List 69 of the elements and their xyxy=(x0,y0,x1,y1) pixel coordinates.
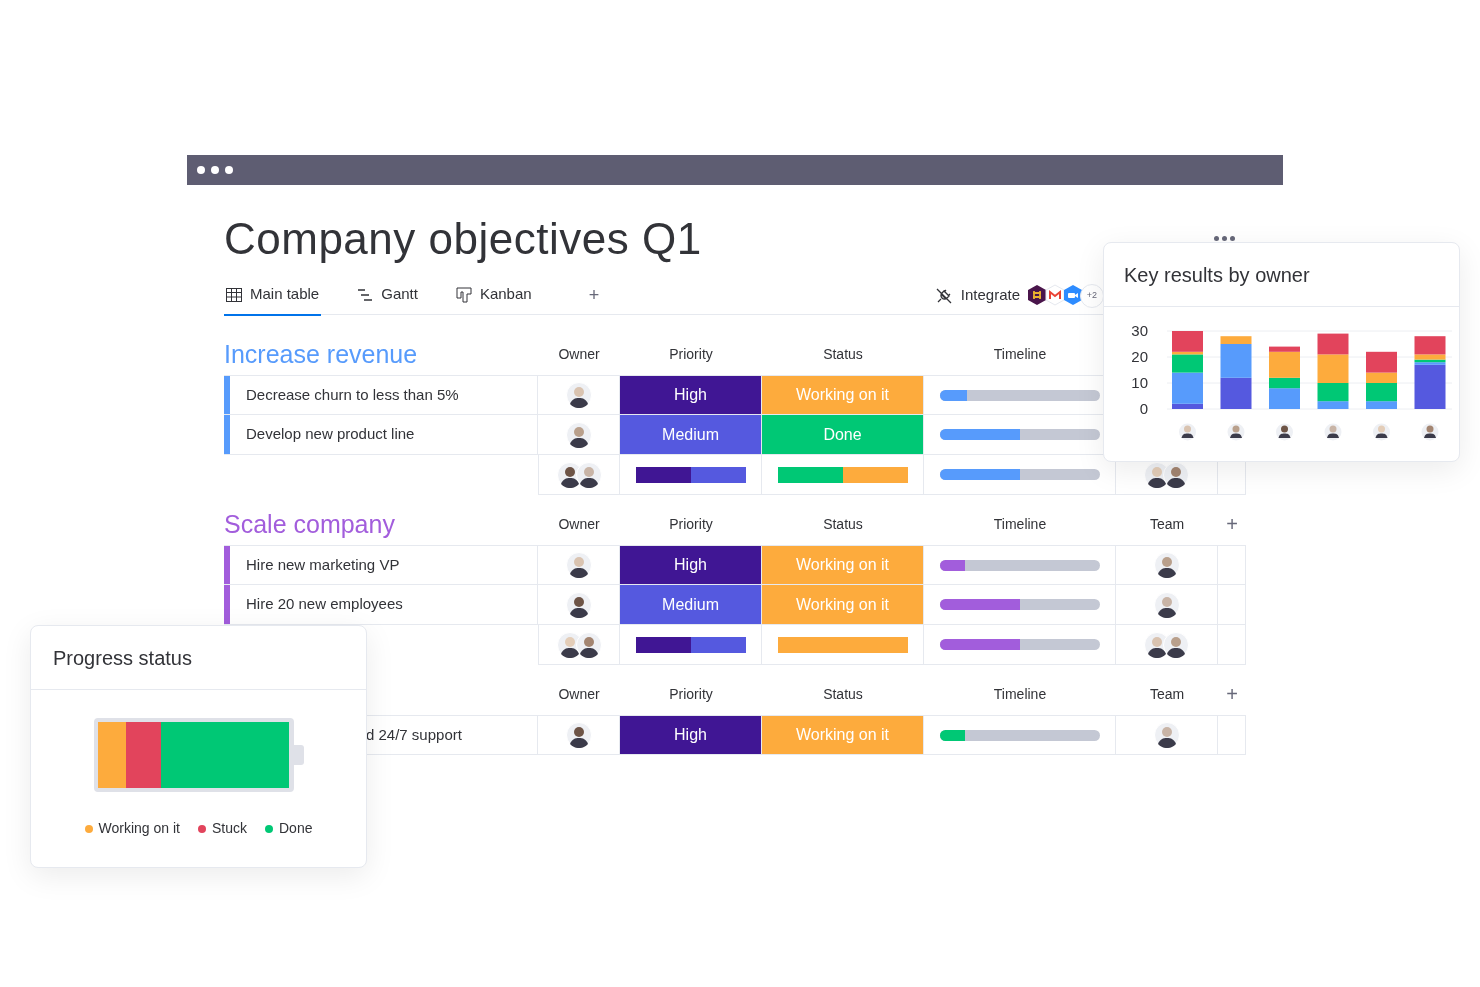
mail-app-icon[interactable] xyxy=(1044,283,1066,306)
axis-tick-label: 30 xyxy=(1131,322,1148,339)
column-header: Owner xyxy=(557,515,601,534)
gantt-icon xyxy=(357,288,374,301)
column-header: Status xyxy=(822,345,864,364)
avatar xyxy=(565,552,592,578)
avatar xyxy=(1153,722,1180,748)
column-header: Owner xyxy=(557,345,601,364)
view-tab[interactable]: Main table xyxy=(224,275,322,316)
axis-tick-label: 20 xyxy=(1131,348,1148,365)
item-name[interactable]: Develop new product line xyxy=(246,423,415,446)
avatar xyxy=(565,591,592,618)
column-header: Team xyxy=(1148,685,1186,704)
column-header: Priority xyxy=(668,515,714,534)
avatar xyxy=(565,382,592,408)
hash-app-icon[interactable] xyxy=(1026,283,1048,306)
column-header: Status xyxy=(822,515,864,534)
legend-label: Working on it xyxy=(98,819,180,838)
avatar xyxy=(1153,552,1180,578)
item-name[interactable]: Hire 20 new employees xyxy=(246,593,403,616)
table-icon xyxy=(226,287,242,302)
avatar xyxy=(1373,423,1390,441)
avatar xyxy=(1421,423,1439,441)
view-tab[interactable]: Kanban xyxy=(453,275,534,316)
priority-label[interactable]: High xyxy=(620,716,761,754)
avatar xyxy=(1276,423,1293,441)
window-dot xyxy=(211,166,219,174)
add-column-button[interactable]: + xyxy=(1226,509,1238,545)
group-title: Increase revenue xyxy=(224,339,419,369)
window-dot xyxy=(225,166,233,174)
avatar xyxy=(1324,423,1342,441)
window-dot xyxy=(197,166,205,174)
kanban-icon xyxy=(455,286,472,303)
add-view-button[interactable]: + xyxy=(582,281,606,310)
column-header: Status xyxy=(822,685,864,704)
column-header: Timeline xyxy=(992,515,1048,534)
avatar xyxy=(1227,423,1245,441)
priority-label[interactable]: High xyxy=(620,546,761,584)
group-title: Scale company xyxy=(224,509,396,539)
priority-label[interactable]: Medium xyxy=(620,585,761,624)
priority-label[interactable]: Medium xyxy=(620,415,761,454)
column-header: Timeline xyxy=(992,345,1048,364)
avatar xyxy=(1163,631,1189,658)
avatar xyxy=(565,421,592,448)
column-header: Priority xyxy=(668,345,714,364)
board-title: Company objectives Q1 xyxy=(224,213,702,265)
axis-tick-label: 10 xyxy=(1131,374,1148,391)
column-header: Priority xyxy=(668,685,714,704)
avatar xyxy=(575,461,602,488)
integrate-button[interactable]: Integrate xyxy=(934,284,1020,307)
priority-label[interactable]: High xyxy=(620,376,761,414)
item-name[interactable]: d 24/7 support xyxy=(366,723,462,747)
view-tab[interactable]: Gantt xyxy=(355,275,420,316)
column-header: Team xyxy=(1148,515,1186,534)
add-column-button[interactable]: + xyxy=(1226,679,1238,715)
column-header: Timeline xyxy=(992,685,1048,704)
column-header: Owner xyxy=(557,685,601,704)
avatar xyxy=(1179,423,1196,441)
avatar xyxy=(1153,591,1180,618)
card-title: Key results by owner xyxy=(1104,243,1459,307)
more-icon[interactable] xyxy=(1214,236,1235,241)
legend-label: Stuck xyxy=(212,819,247,838)
avatar xyxy=(575,631,602,658)
avatar xyxy=(565,722,592,748)
card-title: Progress status xyxy=(31,626,366,690)
axis-tick-label: 0 xyxy=(1139,400,1148,417)
plug-icon xyxy=(934,286,953,305)
more-apps-count[interactable]: +2 xyxy=(1080,283,1104,308)
legend-label: Done xyxy=(279,819,313,838)
